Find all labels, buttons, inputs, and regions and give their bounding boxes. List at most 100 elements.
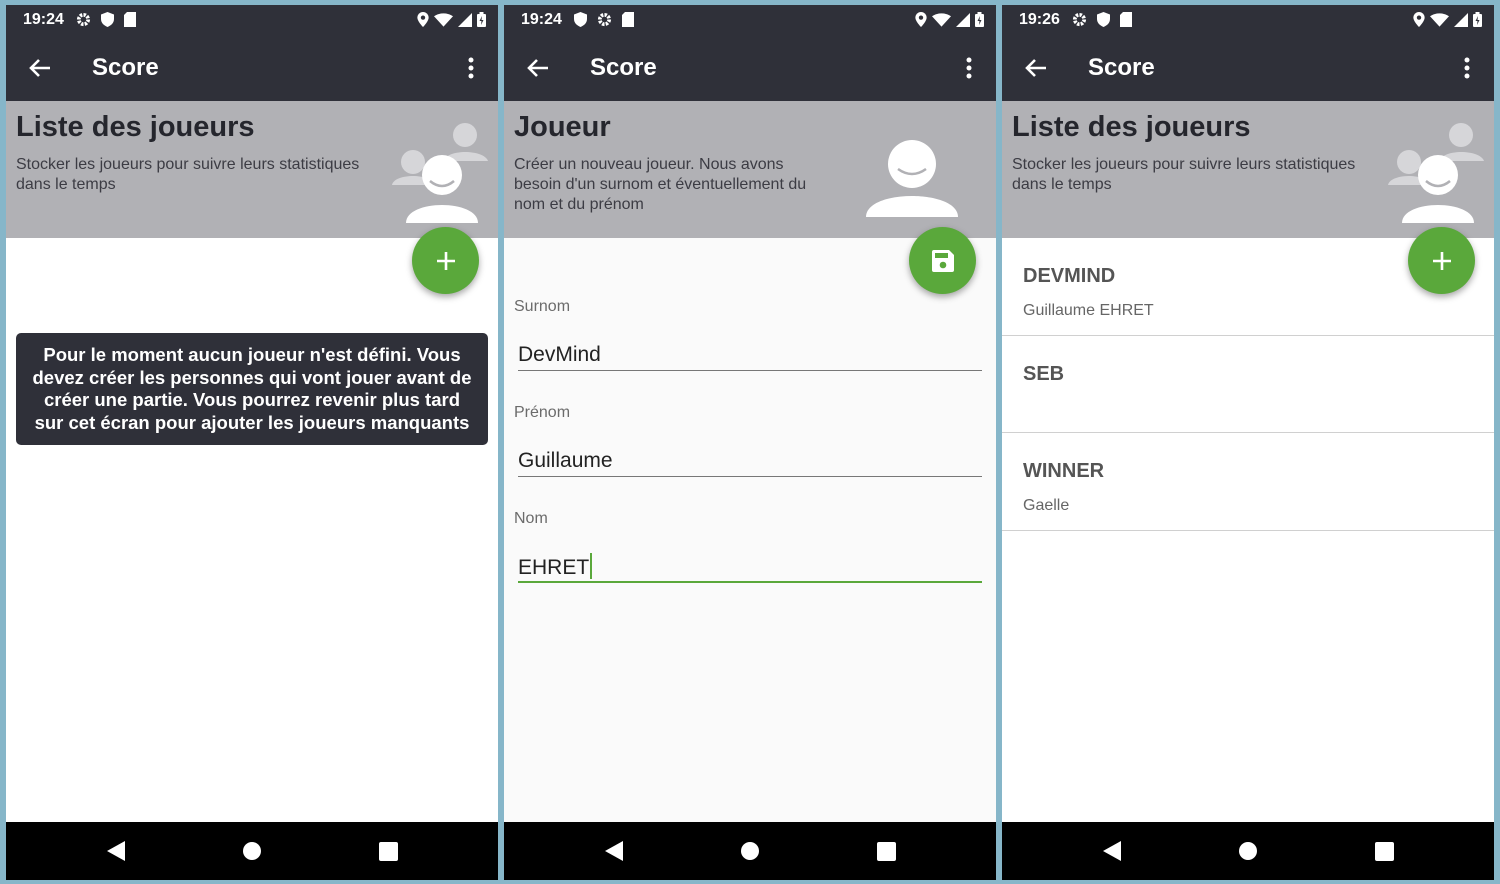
lastname-field[interactable]: EHRET: [518, 553, 593, 580]
players-group-icon: [392, 123, 488, 223]
square-recents-icon: [378, 841, 398, 861]
signal-icon: [956, 12, 970, 27]
page-header: Liste des joueurs Stocker les joueurs po…: [1002, 101, 1494, 238]
app-toolbar: Score: [6, 34, 498, 101]
arrow-back-icon: [29, 58, 50, 77]
players-group-icon: [1388, 123, 1484, 223]
phone-screen-empty-list: 19:24 Score Liste des joueurs Stocker le…: [6, 5, 498, 880]
app-toolbar: Score: [504, 34, 996, 101]
more-vert-icon: [468, 57, 474, 78]
plus-icon: [1432, 251, 1451, 270]
nav-home-button[interactable]: [1234, 837, 1262, 865]
add-player-button[interactable]: [412, 227, 479, 294]
app-title: Score: [590, 53, 657, 81]
nav-recents-button[interactable]: [872, 837, 900, 865]
triangle-back-icon: [107, 841, 125, 861]
system-nav-bar: [6, 822, 498, 880]
gear-icon: [597, 12, 611, 27]
wifi-icon: [1430, 12, 1449, 27]
more-vert-icon: [966, 57, 972, 78]
text-cursor: [590, 553, 593, 579]
app-title: Score: [92, 53, 159, 81]
list-item[interactable]: WINNER Gaelle: [1002, 433, 1494, 531]
nav-recents-button[interactable]: [374, 837, 402, 865]
nickname-label: Surnom: [514, 298, 571, 315]
signal-icon: [1454, 12, 1468, 27]
more-vert-icon: [1464, 57, 1470, 78]
overflow-menu-button[interactable]: [444, 34, 498, 101]
nav-back-button[interactable]: [1098, 837, 1126, 865]
page-title: Liste des joueurs: [1012, 111, 1251, 143]
status-bar: 19:24: [504, 5, 996, 34]
player-nickname: WINNER: [1023, 460, 1105, 482]
page-description: Stocker les joueurs pour suivre leurs st…: [16, 156, 360, 193]
arrow-back-icon: [1025, 58, 1046, 77]
shield-icon: [100, 12, 114, 27]
shield-icon: [573, 12, 587, 27]
arrow-back-icon: [527, 58, 548, 77]
circle-home-icon: [1239, 842, 1257, 860]
back-button[interactable]: [1002, 34, 1070, 101]
shield-icon: [1096, 12, 1110, 27]
status-time: 19:26: [1019, 10, 1060, 28]
signal-icon: [458, 12, 472, 27]
location-icon: [915, 12, 927, 27]
battery-icon: [975, 12, 984, 27]
location-icon: [417, 12, 429, 27]
lastname-value: EHRET: [518, 556, 590, 579]
list-item[interactable]: SEB: [1002, 336, 1494, 433]
firstname-underline: [518, 476, 982, 477]
gear-icon: [1072, 12, 1086, 27]
page-title: Liste des joueurs: [16, 111, 255, 143]
nav-back-button[interactable]: [600, 837, 628, 865]
add-player-button[interactable]: [1408, 227, 1475, 294]
player-fullname: Guillaume EHRET: [1023, 302, 1154, 319]
status-time: 19:24: [23, 10, 64, 28]
system-nav-bar: [1002, 822, 1494, 880]
nav-home-button[interactable]: [238, 837, 266, 865]
phone-screen-new-player: 19:24 Score Joueur Créer un nouveau joue…: [504, 5, 996, 880]
page-header: Liste des joueurs Stocker les joueurs po…: [6, 101, 498, 238]
nickname-field[interactable]: DevMind: [518, 343, 601, 367]
page-header: Joueur Créer un nouveau joueur. Nous avo…: [504, 101, 996, 238]
app-toolbar: Score: [1002, 34, 1494, 101]
wifi-icon: [434, 12, 453, 27]
sd-card-icon: [1119, 12, 1132, 27]
gear-icon: [76, 12, 90, 27]
status-bar: 19:26: [1002, 5, 1494, 34]
square-recents-icon: [1374, 841, 1394, 861]
firstname-field[interactable]: Guillaume: [518, 449, 613, 473]
overflow-menu-button[interactable]: [942, 34, 996, 101]
circle-home-icon: [741, 842, 759, 860]
sd-card-icon: [621, 12, 634, 27]
location-icon: [1413, 12, 1425, 27]
page-title: Joueur: [514, 111, 611, 143]
triangle-back-icon: [1103, 841, 1121, 861]
nav-home-button[interactable]: [736, 837, 764, 865]
player-nickname: SEB: [1023, 362, 1065, 385]
back-button[interactable]: [6, 34, 74, 101]
wifi-icon: [932, 12, 951, 27]
player-avatar-icon: [866, 140, 958, 217]
nickname-underline: [518, 370, 982, 371]
save-player-button[interactable]: [909, 227, 976, 294]
nav-back-button[interactable]: [102, 837, 130, 865]
app-title: Score: [1088, 53, 1155, 81]
empty-list-message: Pour le moment aucun joueur n'est défini…: [16, 333, 488, 445]
player-nickname: DEVMIND: [1023, 265, 1116, 287]
square-recents-icon: [876, 841, 896, 861]
nav-recents-button[interactable]: [1370, 837, 1398, 865]
status-time: 19:24: [521, 10, 562, 28]
triangle-back-icon: [605, 841, 623, 861]
battery-icon: [1473, 12, 1482, 27]
back-button[interactable]: [504, 34, 572, 101]
phone-screen-player-list: 19:26 Score Liste des joueurs Stocker le…: [1002, 5, 1494, 880]
overflow-menu-button[interactable]: [1440, 34, 1494, 101]
lastname-underline: [518, 581, 982, 583]
page-description: Créer un nouveau joueur. Nous avons beso…: [514, 156, 807, 213]
plus-icon: [436, 251, 455, 270]
status-bar: 19:24: [6, 5, 498, 34]
save-icon: [931, 249, 954, 272]
battery-icon: [477, 12, 486, 27]
system-nav-bar: [504, 822, 996, 880]
